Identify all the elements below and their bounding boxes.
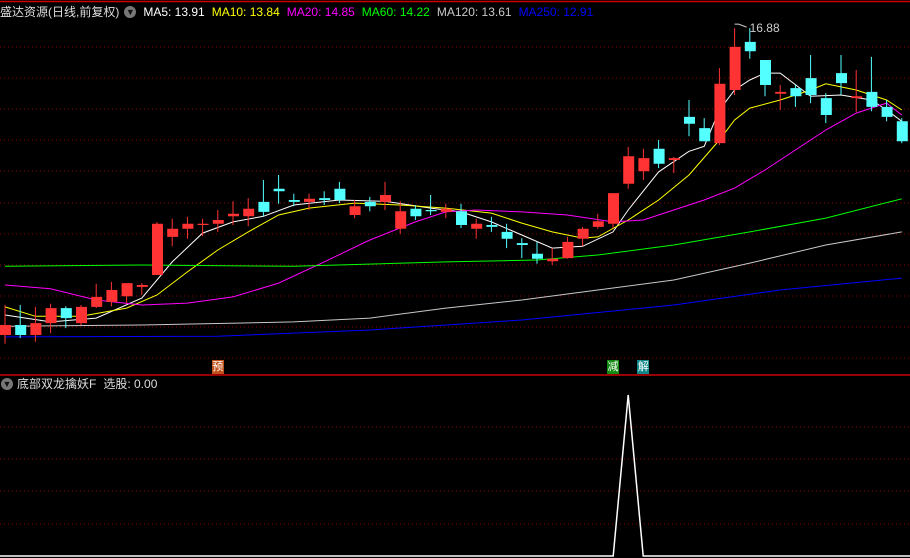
signal-marker-1: 减 bbox=[607, 360, 619, 374]
candle-up bbox=[30, 323, 42, 335]
sub-panel-header: ▼ 底部双龙擒妖F 选股: 0.00 bbox=[0, 376, 164, 392]
candle-down bbox=[866, 91, 878, 107]
candle-down bbox=[501, 231, 513, 239]
candle-down bbox=[805, 78, 817, 95]
candle-up bbox=[91, 296, 103, 307]
candle-down bbox=[790, 88, 802, 97]
indicator-title: 底部双龙擒妖F bbox=[17, 377, 97, 391]
candle-up bbox=[471, 223, 483, 229]
candle-up bbox=[440, 208, 452, 212]
candle-down bbox=[425, 210, 437, 212]
candle-down bbox=[319, 198, 331, 200]
signal-marker-0: 预 bbox=[211, 360, 224, 374]
stock-title: 盛达资源(日线,前复权) bbox=[0, 5, 120, 19]
candle-down bbox=[273, 188, 285, 192]
ma-label-2: MA20: 14.85 bbox=[286, 5, 355, 19]
candle-down bbox=[516, 243, 528, 245]
candle-up bbox=[212, 220, 224, 224]
candle-up bbox=[577, 228, 589, 239]
candle-down bbox=[820, 98, 832, 115]
ma-line-ma5 bbox=[4, 72, 903, 323]
ma-line-ma120 bbox=[4, 231, 902, 327]
candle-down bbox=[744, 41, 756, 52]
candle-down bbox=[532, 253, 543, 259]
high-pointer bbox=[734, 23, 747, 28]
ma-line-ma10 bbox=[4, 83, 903, 317]
candle-down bbox=[15, 325, 27, 335]
candle-down bbox=[836, 73, 847, 84]
high-price-label: 16.88 bbox=[750, 21, 780, 35]
candle-up bbox=[0, 325, 11, 335]
candle-down bbox=[60, 308, 72, 319]
ma-legend: MA5: 13.91 MA10: 13.84 MA20: 14.85 MA60: 14… bbox=[143, 4, 600, 20]
candle-up bbox=[76, 306, 87, 324]
ma-label-5: MA250: 12.91 bbox=[518, 5, 594, 19]
candle-down bbox=[410, 208, 422, 217]
signal-marker-2: 解 bbox=[637, 360, 650, 374]
candle-up bbox=[638, 158, 650, 172]
candle-down bbox=[258, 201, 270, 212]
candle-up bbox=[608, 193, 619, 224]
candle-up bbox=[182, 223, 194, 229]
candle-up bbox=[623, 156, 635, 184]
candle-up bbox=[197, 223, 209, 225]
candle-down bbox=[684, 116, 695, 124]
candle-up bbox=[851, 96, 863, 99]
candle-up bbox=[167, 228, 179, 237]
candle-up bbox=[304, 198, 315, 202]
candle-up bbox=[668, 158, 680, 160]
candle-down bbox=[881, 106, 893, 117]
candle-up bbox=[592, 221, 604, 227]
chevron-down-icon[interactable]: ▼ bbox=[124, 6, 137, 18]
candle-down bbox=[486, 225, 498, 227]
candle-up bbox=[349, 206, 361, 215]
ma-label-3: MA60: 14.22 bbox=[361, 5, 430, 19]
candle-up bbox=[547, 258, 559, 262]
candle-down bbox=[456, 211, 467, 225]
candle-up bbox=[562, 241, 574, 259]
indicator-value: 选股: 0.00 bbox=[103, 377, 158, 391]
candle-up bbox=[45, 308, 57, 324]
ma-line-ma20 bbox=[4, 102, 903, 306]
signal-line bbox=[0, 394, 910, 557]
candle-down bbox=[288, 200, 300, 202]
candle-up bbox=[395, 211, 407, 229]
main-panel-header: 盛达资源(日线,前复权) ▼ MA5: 13.91 MA10: 13.84 MA20… bbox=[0, 4, 607, 20]
candle-down bbox=[334, 188, 346, 200]
candle-up bbox=[106, 290, 118, 302]
candle-up bbox=[775, 91, 787, 94]
ma-label-4: MA120: 13.61 bbox=[436, 5, 512, 19]
candle-down bbox=[896, 121, 908, 142]
candle-up bbox=[243, 208, 255, 217]
candle-up bbox=[380, 195, 391, 202]
chevron-down-icon[interactable]: ▼ bbox=[1, 378, 13, 390]
candle-down bbox=[699, 128, 711, 142]
ma-label-0: MA5: 13.91 bbox=[143, 5, 205, 19]
ma-label-1: MA10: 13.84 bbox=[211, 5, 280, 19]
candle-up bbox=[228, 213, 239, 217]
candle-up bbox=[136, 285, 148, 287]
candle-up bbox=[152, 223, 163, 275]
kline-chart[interactable]: 16.88 bbox=[0, 0, 910, 558]
candle-up bbox=[121, 283, 133, 297]
candle-down bbox=[653, 148, 665, 164]
candle-up bbox=[714, 83, 726, 144]
candle-down bbox=[760, 60, 771, 85]
candle-up bbox=[729, 46, 741, 90]
candle-down bbox=[364, 201, 376, 207]
